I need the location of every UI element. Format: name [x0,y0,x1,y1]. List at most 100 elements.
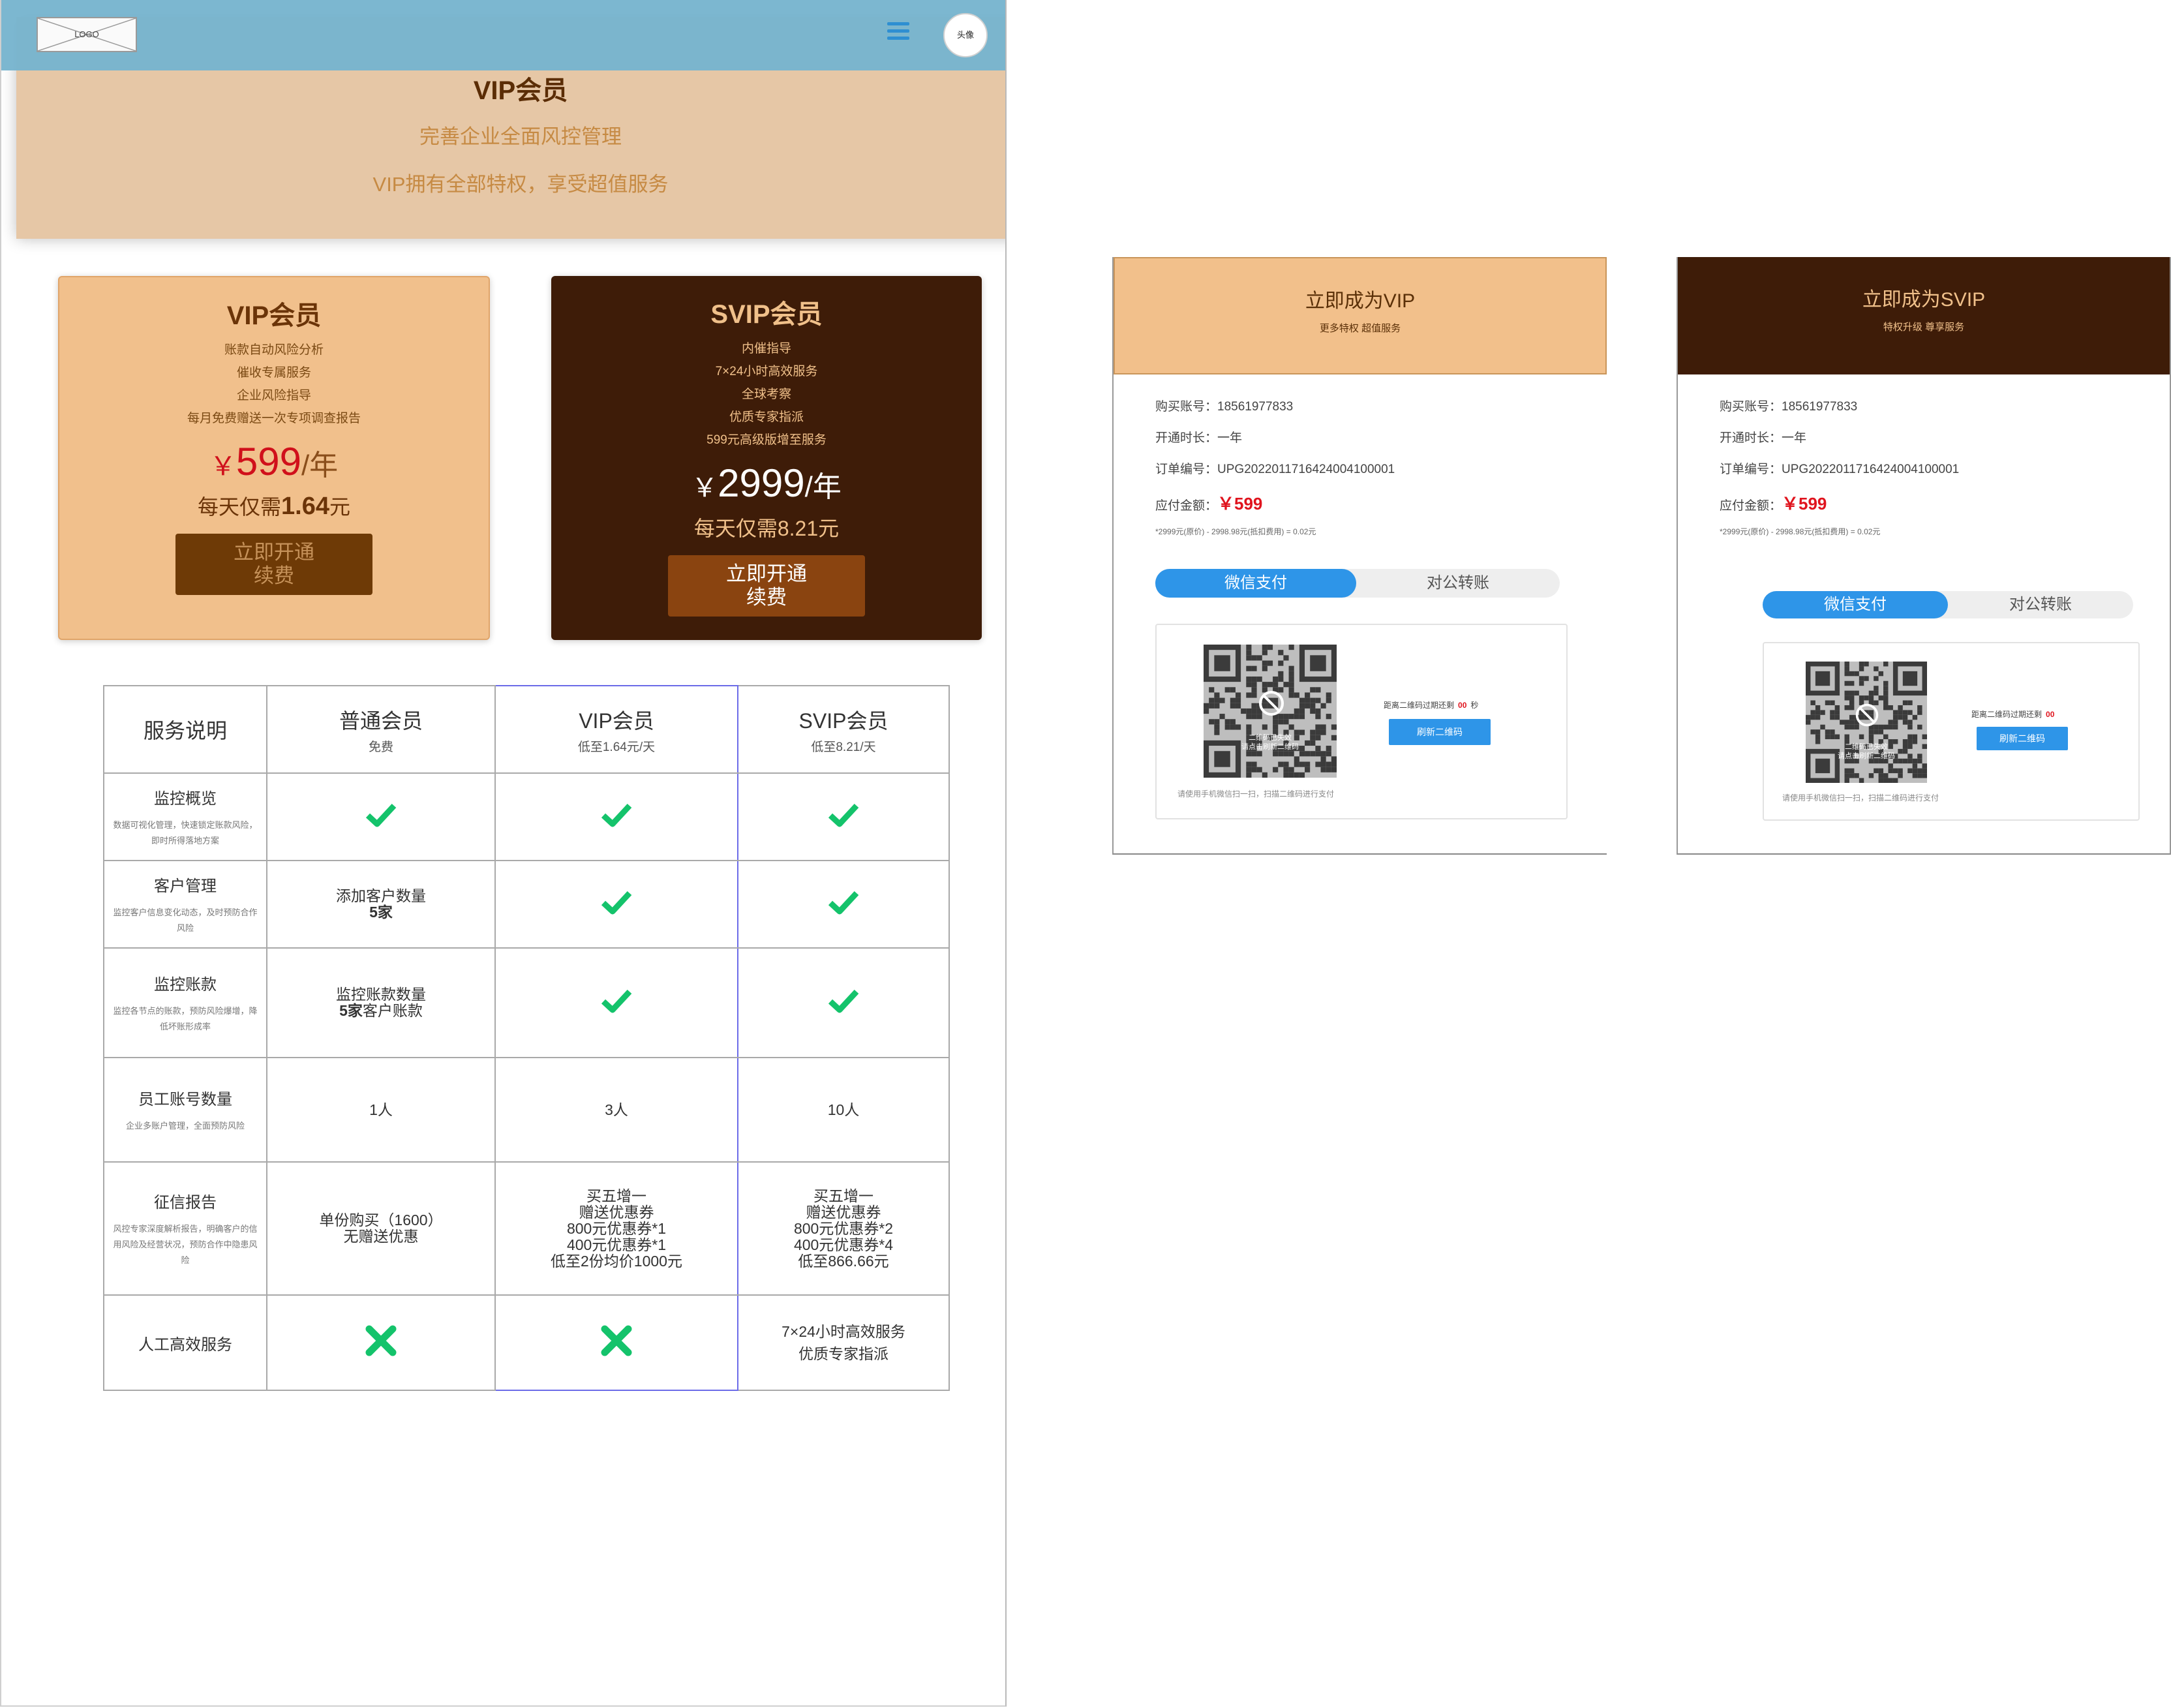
scan-hint: 请使用手机微信扫一扫，扫描二维码进行支付 [1177,789,1335,799]
payment-header: 立即成为VIP 更多特权 超值服务 [1114,257,1607,374]
expired-icon [1855,703,1879,727]
account-row: 购买账号：18561977833 [1720,400,1858,414]
plan-feature: 内催指导 [741,342,791,356]
vip-cell: 3人 [494,1057,738,1163]
check-icon [601,989,632,1013]
payment-subtitle: 特权升级 尊享服务 [1883,322,1965,333]
price-note: *2999元(原价) - 2998.98元(抵扣费用) = 0.02元 [1155,527,1316,536]
expired-icon [1259,691,1284,716]
order-info: 购买账号：18561977833 开通时长：一年 订单编号：UPG2022011… [1720,391,1959,541]
qr-code[interactable]: 二维码已失效 请点击刷新二维码 [1204,645,1337,778]
refresh-qr-button[interactable]: 刷新二维码 [1977,727,2068,750]
cross-icon [601,1325,632,1356]
normal-cell [266,1294,496,1391]
service-cell: 监控概览 数据可视化管理，快速锁定账款风险，即时所得落地方案 [103,772,267,861]
service-cell: 监控账款 监控各节点的账款，预防风险爆增，降低坏账形成率 [103,947,267,1058]
header-normal: 普通会员 免费 [266,685,496,774]
table-row: 客户管理 监控客户信息变化动态，及时预防合作风险 添加客户数量 5家 [103,860,950,949]
table-row: 人工高效服务 7×24小时高效服务 优质专家指派 [103,1294,950,1391]
normal-cell: 添加客户数量 5家 [266,860,496,949]
vip-cell [494,772,738,861]
tab-wechat-pay[interactable]: 微信支付 [1155,569,1356,598]
payment-header: 立即成为SVIP 特权升级 尊享服务 [1678,257,2170,374]
table-row: 监控概览 数据可视化管理，快速锁定账款风险，即时所得落地方案 [103,772,950,861]
vip-cell [494,1294,738,1391]
plan-feature: 企业风险指导 [236,389,311,403]
svip-cell: 10人 [737,1057,950,1163]
svip-payment-panel: 立即成为SVIP 特权升级 尊享服务 购买账号：18561977833 开通时长… [1677,257,2171,855]
hero-subtitle: 完善企业全面风控管理 [419,125,622,148]
qr-expired-text: 二维码已失效 请点击刷新二维码 [1241,734,1299,751]
normal-cell [266,772,496,861]
logo[interactable]: LOGO [37,17,137,52]
plan-feature: 每月免费赠送一次专项调查报告 [187,412,361,425]
logo-text: LOGO [74,29,99,39]
svip-cell: 买五增一 赠送优惠券 800元优惠券*2 400元优惠券*4 低至866.66元 [737,1161,950,1296]
table-header-row: 服务说明 普通会员 免费 VIP会员 低至1.64元/天 SVIP会员 低至8.21/… [103,685,950,774]
qr-countdown: 距离二维码过期还剩 00 秒 [1384,701,1479,710]
plan-feature: 催收专属服务 [236,366,311,380]
account-row: 购买账号：18561977833 [1155,400,1294,414]
payment-method-tabs: 微信支付 对公转账 [1763,591,2133,618]
qr-expired-text: 二维码已失效 请点击刷新二维码 [1838,743,1895,760]
tab-bank-transfer[interactable]: 对公转账 [1356,569,1560,598]
membership-page: VIP会员 完善企业全面风控管理 VIP拥有全部特权，享受超值服务 LOGO 头… [0,0,1007,1707]
vip-cell [494,860,738,949]
tab-wechat-pay[interactable]: 微信支付 [1763,591,1948,618]
table-row: 员工账号数量 企业多账户管理，全面预防风险 1人 3人 10人 [103,1057,950,1163]
hero-title: VIP会员 [473,76,568,105]
plan-features: 内催指导 7×24小时高效服务 全球考察 优质专家指派 599元高级版增至服务 [551,337,982,451]
service-cell: 客户管理 监控客户信息变化动态，及时预防合作风险 [103,860,267,949]
order-info: 购买账号：18561977833 开通时长：一年 订单编号：UPG2022011… [1155,391,1395,541]
plan-feature: 7×24小时高效服务 [715,365,818,378]
plan-price: ￥2999/年 [691,461,842,505]
amount-row: 应付金额：￥599 [1155,494,1263,513]
vip-open-button[interactable]: 立即开通 续费 [175,534,372,595]
qr-code[interactable]: 二维码已失效 请点击刷新二维码 [1806,662,1927,783]
check-icon [601,891,632,914]
check-icon [601,803,632,827]
duration-row: 开通时长：一年 [1720,431,1807,445]
plan-daily-price: 每天仅需1.64元 [198,493,350,520]
refresh-qr-button[interactable]: 刷新二维码 [1389,719,1491,745]
plan-feature: 全球考察 [741,388,791,401]
qr-container: 二维码已失效 请点击刷新二维码 距离二维码过期还剩 00 刷新二维码 请使用手机微信… [1763,642,2140,821]
plan-daily-price: 每天仅需8.21元 [693,517,840,540]
qr-countdown: 距离二维码过期还剩 00 [1971,710,2055,719]
price-note: *2999元(原价) - 2998.98元(抵扣费用) = 0.02元 [1720,527,1881,536]
service-cell: 征信报告 风控专家深度解析报告，明确客户的信用风险及经营状况，预防合作中隐患风险 [103,1161,267,1296]
header-service: 服务说明 [103,685,267,774]
check-icon [828,989,859,1013]
check-icon [828,803,859,827]
normal-cell: 监控账款数量 5家客户账款 [266,947,496,1058]
payment-method-tabs: 微信支付 对公转账 [1155,569,1560,598]
order-row: 订单编号：UPG2022011716424004100001 [1720,463,1960,476]
svip-cell [737,947,950,1058]
payment-title: 立即成为SVIP [1862,289,1986,311]
service-cell: 员工账号数量 企业多账户管理，全面预防风险 [103,1057,267,1163]
check-icon [828,891,859,914]
check-icon [365,803,397,827]
payment-subtitle: 更多特权 超值服务 [1319,323,1401,334]
avatar[interactable]: 头像 [943,13,988,57]
amount-row: 应付金额：￥599 [1720,494,1827,513]
menu-icon[interactable] [887,22,909,42]
table-row: 监控账款 监控各节点的账款，预防风险爆增，降低坏账形成率 监控账款数量 5家客户账款 [103,947,950,1058]
header-vip: VIP会员 低至1.64元/天 [494,685,738,774]
svip-open-button[interactable]: 立即开通 续费 [668,555,865,617]
cross-icon [365,1325,397,1356]
payment-title: 立即成为VIP [1305,290,1416,312]
vip-payment-panel: 立即成为VIP 更多特权 超值服务 购买账号：18561977833 开通时长：… [1112,257,1607,855]
qr-container: 二维码已失效 请点击刷新二维码 距离二维码过期还剩 00 秒 刷新二维码 请使用手机微… [1155,624,1568,819]
plan-name: VIP会员 [226,301,322,330]
header-svip: SVIP会员 低至8.21/天 [737,685,950,774]
plan-features: 账款自动风险分析 催收专属服务 企业风险指导 每月免费赠送一次专项调查报告 [59,339,489,430]
tab-bank-transfer[interactable]: 对公转账 [1948,591,2133,618]
plan-feature: 优质专家指派 [729,410,804,424]
plan-feature: 599元高级版增至服务 [706,433,827,447]
svip-plan-card: SVIP会员 内催指导 7×24小时高效服务 全球考察 优质专家指派 599元高… [551,276,982,640]
svip-cell [737,860,950,949]
normal-cell: 单份购买（1600） 无赠送优惠 [266,1161,496,1296]
duration-row: 开通时长：一年 [1155,431,1243,445]
table-row: 征信报告 风控专家深度解析报告，明确客户的信用风险及经营状况，预防合作中隐患风险 … [103,1161,950,1296]
